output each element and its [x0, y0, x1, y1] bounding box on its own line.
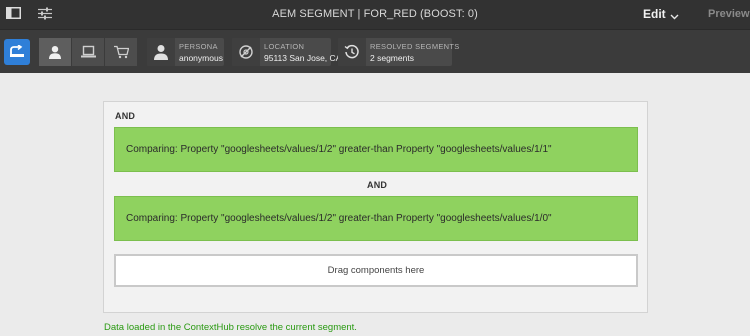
- resolved-segments-label: RESOLVED SEGMENTS: [370, 42, 460, 51]
- edit-mode-button[interactable]: Edit: [643, 7, 666, 21]
- contexthub-status-message: Data loaded in the ContextHub resolve th…: [104, 322, 357, 333]
- location-label: LOCATION: [264, 42, 305, 51]
- persona-label: PERSONA: [179, 42, 218, 51]
- page-title: AEM SEGMENT | FOR_RED (BOOST: 0): [272, 8, 478, 20]
- contexthub-toggle-button[interactable]: [4, 39, 30, 65]
- condition-text: Comparing: Property "googlesheets/values…: [126, 213, 552, 224]
- commerce-mode-button[interactable]: [105, 38, 138, 66]
- condition-text: Comparing: Property "googlesheets/values…: [126, 144, 552, 155]
- location-value: 95113 San Jose, CA: [264, 53, 342, 63]
- device-mode-group: [39, 38, 138, 66]
- device-mode-button[interactable]: [72, 38, 105, 66]
- resolved-segments-icon-box: [338, 38, 366, 66]
- persona-value: anonymous: [179, 53, 223, 63]
- resolved-segments-value: 2 segments: [370, 53, 414, 63]
- dropzone-text: Drag components here: [327, 265, 425, 276]
- contexthub-icon: [10, 45, 24, 57]
- location-module[interactable]: LOCATION 95113 San Jose, CA: [232, 38, 341, 66]
- root-operator-label[interactable]: AND: [115, 111, 135, 121]
- persona-module[interactable]: PERSONA anonymous: [147, 38, 224, 66]
- condition-row[interactable]: Comparing: Property "googlesheets/values…: [114, 196, 638, 241]
- shopping-cart-icon: [114, 45, 129, 59]
- history-clock-icon: [344, 44, 359, 59]
- chevron-down-icon[interactable]: [670, 8, 680, 20]
- user-icon: [49, 46, 61, 59]
- contexthub-toolbar: PERSONA anonymous LOCATION 95113 San Jos…: [0, 29, 750, 73]
- laptop-icon: [81, 45, 96, 58]
- person-icon: [154, 45, 168, 60]
- drag-components-dropzone[interactable]: Drag components here: [114, 254, 638, 287]
- inner-operator-label[interactable]: AND: [367, 180, 387, 190]
- segment-editor: AND Comparing: Property "googlesheets/va…: [103, 101, 648, 313]
- top-bar: AEM SEGMENT | FOR_RED (BOOST: 0) Edit Pr…: [0, 0, 750, 29]
- persona-mode-button[interactable]: [39, 38, 72, 66]
- preview-mode-button[interactable]: Preview: [708, 8, 750, 20]
- persona-icon-box: [147, 38, 175, 66]
- resolved-segments-module[interactable]: RESOLVED SEGMENTS 2 segments: [338, 38, 459, 66]
- location-off-icon: [239, 45, 253, 59]
- location-icon-box: [232, 38, 260, 66]
- condition-row[interactable]: Comparing: Property "googlesheets/values…: [114, 127, 638, 172]
